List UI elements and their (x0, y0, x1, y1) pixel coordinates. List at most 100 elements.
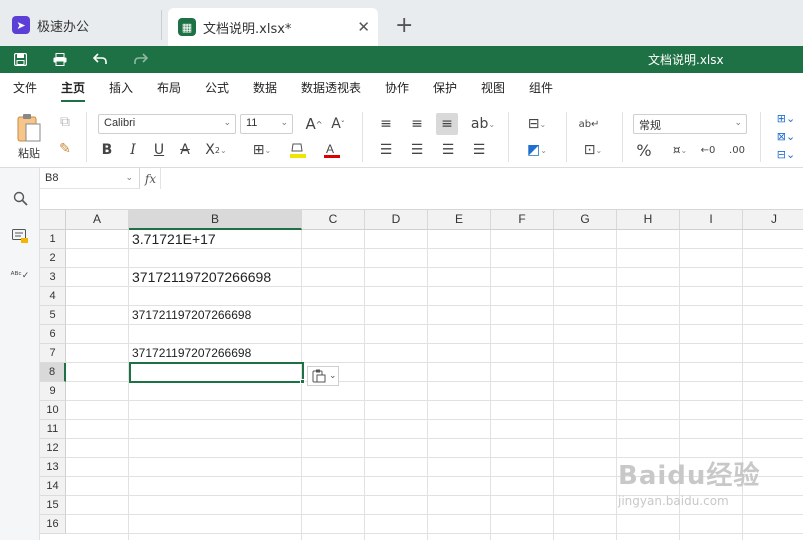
menu-collab[interactable]: 协作 (385, 79, 409, 96)
conditional-format-icon[interactable]: ◩ ⌄ (522, 140, 552, 160)
number-format-select[interactable]: 常规 ⌄ (633, 114, 747, 134)
row-header-11[interactable]: 11 (40, 420, 66, 439)
row-header-7[interactable]: 7 (40, 344, 66, 363)
align-right-icon[interactable]: ☰ (438, 140, 458, 160)
wrap-text-icon[interactable]: ab↵ (578, 114, 600, 134)
menu-insert[interactable]: 插入 (109, 79, 133, 96)
underline-button[interactable]: U (150, 140, 168, 160)
tab-document[interactable]: ▦ 文档说明.xlsx* ✕ (168, 8, 378, 46)
row-header-12[interactable]: 12 (40, 439, 66, 458)
column-header-a[interactable]: A (66, 210, 129, 230)
column-header-e[interactable]: E (428, 210, 491, 230)
row-header-16[interactable]: 16 (40, 515, 66, 534)
column-header-d[interactable]: D (365, 210, 428, 230)
tab-home[interactable]: ➤ 极速办公 (2, 10, 162, 40)
font-color-icon[interactable]: A (318, 140, 346, 160)
column-header-c[interactable]: C (302, 210, 365, 230)
new-tab-button[interactable]: + (395, 13, 413, 38)
column-header-g[interactable]: G (554, 210, 617, 230)
function-button[interactable]: fx (141, 168, 161, 189)
justify-icon[interactable]: ☰ (469, 140, 489, 160)
cell-B1[interactable]: 3.71721E+17 (132, 231, 216, 247)
row-header-13[interactable]: 13 (40, 458, 66, 477)
italic-button[interactable]: I (124, 140, 142, 160)
decrease-decimal-icon[interactable]: .00 (726, 140, 748, 160)
spellcheck-icon[interactable]: ᴬᴮᶜ✓ (10, 266, 30, 286)
align-bottom-icon[interactable]: ≡ (436, 113, 458, 135)
copy-icon[interactable]: ⧉ (56, 113, 74, 131)
menu-home[interactable]: 主页 (61, 79, 86, 102)
gridline-vertical (364, 230, 365, 540)
gridline-vertical (553, 230, 554, 540)
format-cells-icon[interactable]: ⊟⌄ (772, 146, 800, 162)
merge-icon[interactable]: ⊟ ⌄ (522, 114, 552, 134)
fill-color-icon[interactable] (284, 140, 312, 160)
row-header-1[interactable]: 1 (40, 230, 66, 249)
row-header-10[interactable]: 10 (40, 401, 66, 420)
row-header-6[interactable]: 6 (40, 325, 66, 344)
row-header-4[interactable]: 4 (40, 287, 66, 306)
menu-component[interactable]: 组件 (529, 79, 553, 96)
tab-bar: ➤ 极速办公 ▦ 文档说明.xlsx* ✕ + (0, 0, 803, 46)
column-header-j[interactable]: J (743, 210, 803, 230)
gridline-horizontal (66, 400, 803, 401)
formula-input[interactable] (162, 168, 802, 210)
cell-B7[interactable]: 371721197207266698 (132, 346, 251, 360)
row-header-2[interactable]: 2 (40, 249, 66, 268)
column-header-b[interactable]: B (129, 210, 302, 230)
subscript-icon[interactable]: X 2 ⌄ (202, 140, 230, 160)
menu-layout[interactable]: 布局 (157, 79, 181, 96)
format-painter-icon[interactable]: ✎ (56, 140, 74, 158)
redo-icon[interactable] (132, 50, 150, 68)
menu-view[interactable]: 视图 (481, 79, 505, 96)
align-left-icon[interactable]: ☰ (376, 140, 396, 160)
font-size-select[interactable]: 11 ⌄ (240, 114, 293, 134)
paste-options-button[interactable]: ⌄ (307, 366, 339, 386)
row-header-3[interactable]: 3 (40, 268, 66, 287)
row-header-5[interactable]: 5 (40, 306, 66, 325)
column-header-h[interactable]: H (617, 210, 680, 230)
percent-button[interactable]: % (634, 140, 654, 160)
align-center-icon[interactable]: ☰ (407, 140, 427, 160)
name-box[interactable]: B8 ⌄ (40, 168, 140, 189)
fill-handle[interactable] (300, 379, 305, 384)
insert-cells-icon[interactable]: ⊞⌄ (772, 110, 800, 126)
menu-data[interactable]: 数据 (253, 79, 277, 96)
menu-protect[interactable]: 保护 (433, 79, 457, 96)
menu-formula[interactable]: 公式 (205, 79, 229, 96)
align-middle-icon[interactable]: ≡ (407, 114, 427, 134)
bold-button[interactable]: B (98, 140, 116, 160)
align-top-icon[interactable]: ≡ (376, 114, 396, 134)
undo-icon[interactable] (91, 50, 109, 68)
increase-font-icon[interactable]: A ^ (304, 114, 324, 134)
currency-icon[interactable]: ¤ ⌄ (666, 140, 694, 160)
column-header-i[interactable]: I (680, 210, 743, 230)
close-icon[interactable]: ✕ (357, 18, 370, 36)
column-header-f[interactable]: F (491, 210, 554, 230)
cell-B3[interactable]: 371721197207266698 (132, 269, 271, 285)
row-header-14[interactable]: 14 (40, 477, 66, 496)
text-orientation-icon[interactable]: ab ⌄ (468, 114, 498, 134)
paste-icon[interactable] (14, 112, 44, 144)
comment-icon[interactable] (10, 226, 30, 246)
delete-cells-icon[interactable]: ⊠⌄ (772, 128, 800, 144)
row-header-9[interactable]: 9 (40, 382, 66, 401)
increase-decimal-icon[interactable]: ←0 (698, 140, 718, 160)
row-header-15[interactable]: 15 (40, 496, 66, 515)
cell-B5[interactable]: 371721197207266698 (132, 308, 251, 322)
selected-cell-B8[interactable] (129, 362, 304, 383)
paste-label[interactable]: 粘贴 (14, 146, 44, 160)
select-all-corner[interactable] (40, 210, 66, 230)
insert-table-icon[interactable]: ⊡ ⌄ (578, 140, 608, 160)
row-header-8[interactable]: 8 (40, 363, 66, 382)
menu-file[interactable]: 文件 (13, 79, 37, 96)
number-format-value: 常规 (639, 120, 661, 132)
menu-pivot[interactable]: 数据透视表 (301, 79, 361, 96)
border-icon[interactable]: ⊞ ⌄ (250, 140, 274, 160)
print-icon[interactable] (51, 50, 69, 68)
search-icon[interactable] (10, 188, 30, 208)
decrease-font-icon[interactable]: Aˇ (328, 114, 348, 134)
font-name-select[interactable]: Calibri ⌄ (98, 114, 236, 134)
strikethrough-icon[interactable]: A (176, 140, 194, 160)
save-icon[interactable] (11, 50, 29, 68)
